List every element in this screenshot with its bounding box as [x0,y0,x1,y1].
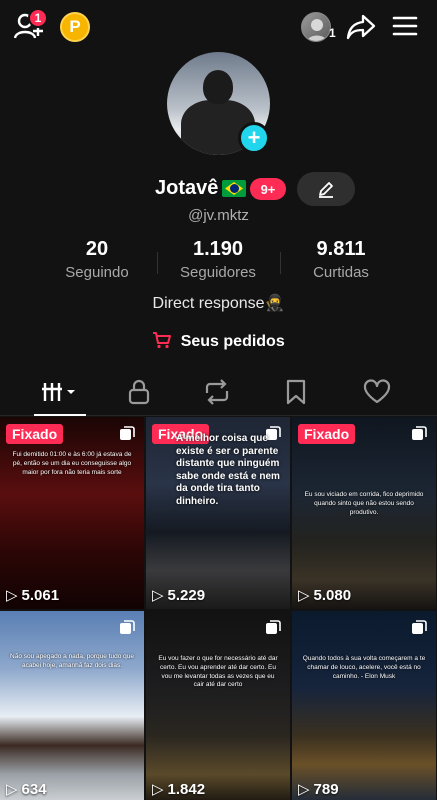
account-switch-avatar[interactable] [301,12,331,42]
video-thumbnail[interactable]: Fixado Eu sou viciado em corrida, fico d… [292,417,436,609]
stat-value: 9.811 [316,238,366,260]
multi-video-icon [412,620,427,634]
video-thumbnail[interactable]: Fixado A melhor coisa que existe é ser o… [146,417,290,609]
view-count: ▷ 1.842 [152,780,206,799]
avatar-figure-head [203,70,233,104]
repost-icon [205,379,229,405]
view-count-value: 5.229 [167,586,206,604]
video-caption: A melhor coisa que existe é ser o parent… [176,433,280,507]
profile-bio: Direct response🥷 [152,295,285,312]
video-thumbnail[interactable]: Fixado Fui demitido 01:00 e às 6:00 já e… [0,417,144,609]
video-thumbnail[interactable]: Eu vou fazer o que for necessário até da… [146,611,290,800]
play-icon: ▷ [6,781,18,798]
orders-label: Seus pedidos [180,333,285,350]
add-friend-icon[interactable]: 1 [13,8,48,42]
view-count-value: 1.842 [167,780,206,798]
profile-tabs [0,370,437,416]
video-caption: Eu vou fazer o que for necessário até da… [158,655,278,689]
stat-likes[interactable]: 9.811 Curtidas [281,238,401,281]
multi-video-icon [412,426,427,440]
pinned-badge: Fixado [298,424,356,444]
cart-icon [152,332,176,350]
view-count-value: 634 [21,780,47,798]
view-count: ▷ 5.229 [152,586,206,605]
view-count-value: 789 [313,780,339,798]
stat-label: Seguidores [180,264,256,281]
coin-icon[interactable]: P [60,12,90,42]
profile-name: Jotavê [155,177,219,199]
orders-link[interactable]: Seus pedidos [0,331,437,351]
view-count: ▷ 5.061 [6,586,60,605]
bookmark-icon [286,379,306,405]
stat-label: Curtidas [313,264,369,281]
video-caption: Quando todos à sua volta começarem a te … [302,655,426,680]
stat-label: Seguindo [65,264,129,281]
video-thumbnail[interactable]: Quando todos à sua volta começarem a te … [292,611,436,800]
tab-favorites[interactable] [266,370,326,414]
tab-private[interactable] [109,370,169,414]
top-bar: 1 P 1 [0,0,437,52]
multi-video-icon [120,426,135,440]
edit-profile-button[interactable] [297,172,355,206]
video-thumbnail[interactable]: Não sou apegado a nada, porque tudo que … [0,611,144,800]
tab-liked[interactable] [347,370,407,414]
pinned-badge: Fixado [6,424,64,444]
tab-reposts[interactable] [187,370,247,414]
video-caption: Não sou apegado a nada, porque tudo que … [10,653,134,669]
profile-handle: @jv.mktz [188,207,249,224]
view-count: ▷ 789 [298,780,339,799]
brazil-flag-icon [222,180,246,197]
video-grid: Fixado Fui demitido 01:00 e às 6:00 já e… [0,417,437,800]
video-caption: Eu sou viciado em corrida, fico deprimid… [304,491,424,516]
add-story-plus-icon[interactable]: + [238,122,270,154]
profile-stats: 20 Seguindo 1.190 Seguidores 9.811 Curti… [0,238,437,288]
lock-icon [128,379,150,405]
tab-videos[interactable] [30,370,90,416]
notification-badge[interactable]: 9+ [250,178,286,200]
name-row: Jotavê 9+ [0,172,437,206]
play-icon: ▷ [152,587,164,604]
play-icon: ▷ [298,781,310,798]
heart-icon [363,379,391,404]
multi-video-icon [266,620,281,634]
play-icon: ▷ [298,587,310,604]
stat-value: 20 [85,238,109,260]
multi-video-icon [120,620,135,634]
play-icon: ▷ [152,781,164,798]
stat-following[interactable]: 20 Seguindo [37,238,157,281]
view-count-value: 5.061 [21,586,60,604]
menu-icon[interactable] [392,14,418,38]
pencil-icon [319,182,333,198]
view-count: ▷ 5.080 [298,586,352,605]
notification-badge: 1 [28,8,48,28]
videos-grid-icon [42,383,75,401]
play-icon: ▷ [6,587,18,604]
stat-value: 1.190 [192,238,244,260]
stat-followers[interactable]: 1.190 Seguidores [158,238,278,281]
share-icon[interactable] [346,13,376,41]
view-count-value: 5.080 [313,586,352,604]
video-caption: Fui demitido 01:00 e às 6:00 já estava d… [12,451,132,476]
account-count: 1 [329,26,336,40]
view-count: ▷ 634 [6,780,47,799]
